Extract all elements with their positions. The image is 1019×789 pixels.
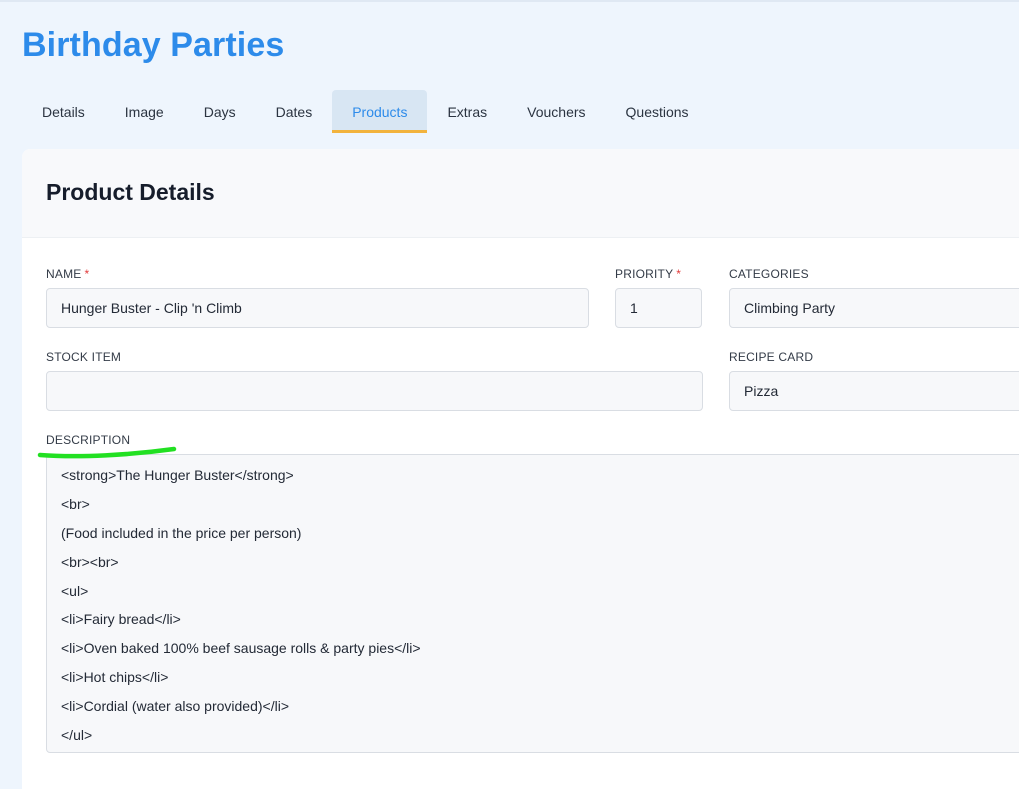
priority-label: PRIORITY * (615, 267, 681, 281)
stock-item-input[interactable] (46, 371, 703, 411)
tab-extras[interactable]: Extras (427, 90, 507, 133)
description-line: <br> (61, 495, 90, 512)
tab-products[interactable]: Products (332, 90, 428, 133)
stock-item-label: STOCK ITEM (46, 350, 122, 364)
description-label: DESCRIPTION (46, 433, 131, 447)
tab-vouchers[interactable]: Vouchers (507, 90, 605, 133)
description-line: <li>Cordial (water also provided)</li> (61, 698, 289, 715)
priority-label-text: PRIORITY (615, 267, 674, 281)
tab-questions[interactable]: Questions (606, 90, 709, 133)
tab-details[interactable]: Details (22, 90, 105, 133)
priority-required-mark: * (676, 267, 682, 281)
description-line: (Food included in the price per person) (61, 524, 302, 541)
product-details-card: Product Details NAME* PRIORITY* CATEGORI… (22, 149, 1019, 789)
description-line: <br><br> (61, 553, 119, 570)
tab-image[interactable]: Image (105, 90, 184, 133)
description-line: <li>Hot chips</li> (61, 669, 169, 686)
description-textarea[interactable]: <strong>The Hunger Buster</strong> <br> … (46, 454, 1019, 753)
tab-days[interactable]: Days (184, 90, 256, 133)
description-line: <li>Fairy bread</li> (61, 611, 181, 628)
page-title: Birthday Parties (22, 26, 285, 64)
top-edge (0, 0, 1019, 2)
recipe-card-input[interactable] (729, 371, 1019, 411)
categories-input[interactable] (729, 288, 1019, 328)
description-line: <li>Oven baked 100% beef sausage rolls &… (61, 640, 421, 657)
tab-bar: Details Image Days Dates Products Extras… (22, 90, 709, 133)
tab-dates[interactable]: Dates (256, 90, 333, 133)
categories-label: CATEGORIES (729, 267, 809, 281)
name-label: NAME * (46, 267, 89, 281)
card-title: Product Details (46, 179, 215, 205)
description-line: <strong>The Hunger Buster</strong> (61, 467, 294, 483)
name-label-text: NAME (46, 267, 82, 281)
priority-input[interactable] (615, 288, 702, 328)
name-input[interactable] (46, 288, 589, 328)
name-required-mark: * (84, 267, 90, 281)
description-line: </ul> (61, 727, 93, 744)
card-header: Product Details (22, 149, 1019, 238)
description-line: <ul> (61, 582, 89, 599)
recipe-card-label: RECIPE CARD (729, 350, 814, 364)
